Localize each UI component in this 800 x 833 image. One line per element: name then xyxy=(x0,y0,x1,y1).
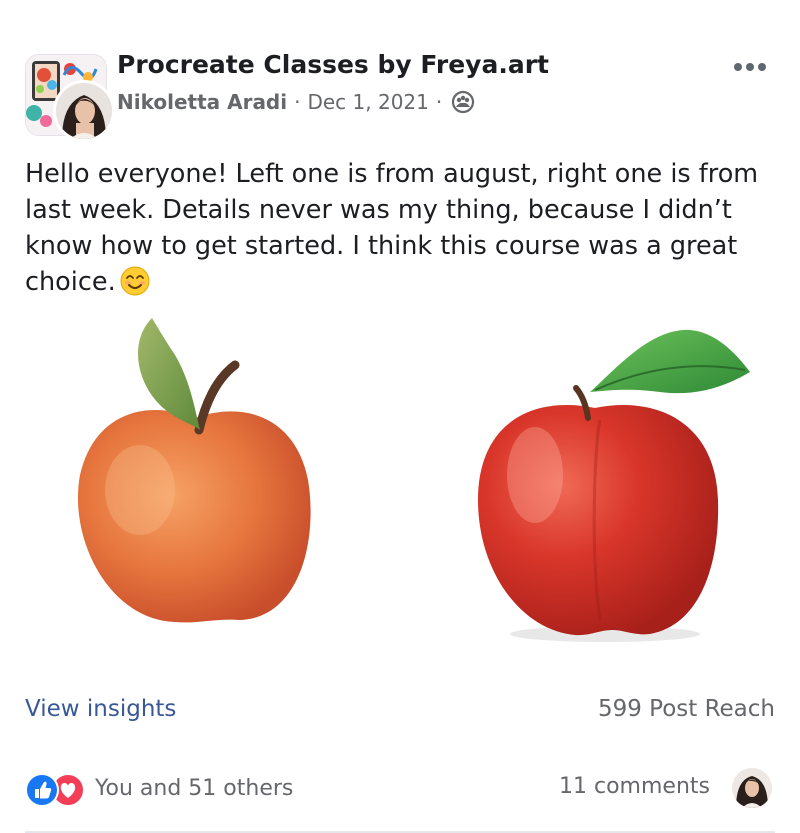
post-reach: 599 Post Reach xyxy=(597,696,775,722)
group-name[interactable]: Procreate Classes by Freya.art xyxy=(117,50,549,79)
post-header: Procreate Classes by Freya.art Nikoletta… xyxy=(25,50,775,142)
author-avatar[interactable] xyxy=(53,80,115,142)
members-icon xyxy=(451,90,475,114)
post-meta: Nikoletta Aradi · Dec 1, 2021 · xyxy=(117,90,475,114)
author-name[interactable]: Nikoletta Aradi xyxy=(117,90,287,114)
view-insights-link[interactable]: View insights xyxy=(25,696,176,722)
post-images[interactable] xyxy=(0,300,800,660)
avatar-group[interactable] xyxy=(25,52,115,142)
more-options-icon[interactable] xyxy=(725,52,775,82)
post-text: Hello everyone! Left one is from august,… xyxy=(25,156,785,300)
reactions-summary[interactable]: You and 51 others xyxy=(25,770,293,807)
reactions-count[interactable]: You and 51 others xyxy=(95,776,293,801)
comments-count[interactable]: 11 comments xyxy=(559,774,710,799)
like-icon xyxy=(25,773,59,807)
post-date[interactable]: Dec 1, 2021 xyxy=(307,90,428,114)
commenter-avatar[interactable] xyxy=(732,768,772,808)
left-apple-image[interactable] xyxy=(77,318,311,623)
reaction-icons[interactable] xyxy=(25,771,87,807)
meta-separator: · xyxy=(435,90,443,114)
meta-separator: · xyxy=(294,90,301,114)
smiling-face-icon xyxy=(120,266,150,296)
right-apple-image[interactable] xyxy=(478,329,750,642)
